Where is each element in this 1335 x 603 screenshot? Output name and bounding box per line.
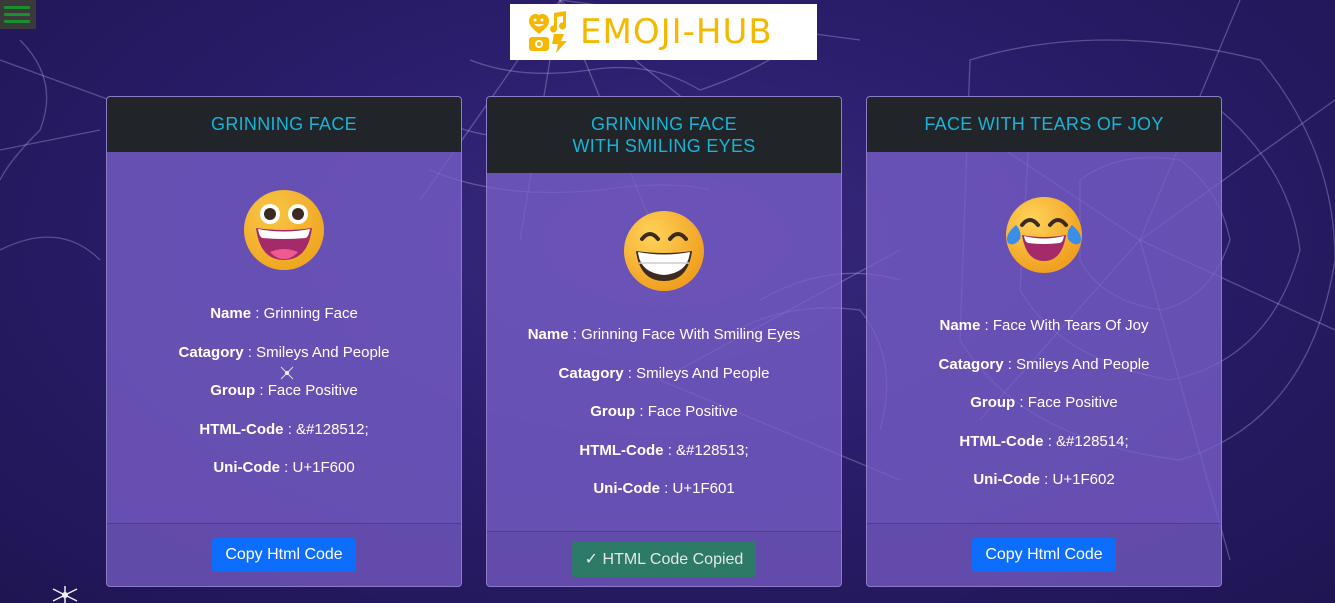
uni-code-value: U+1F600 [292,459,355,476]
card-title-line: GRINNING FACE [211,114,357,134]
group-value: Face Positive [267,382,358,399]
logo[interactable]: EMOJI-HUB [510,4,817,60]
name-value: Face With Tears Of Joy [992,317,1149,334]
face-with-tears-of-joy-emoji [1006,197,1082,273]
card-title: GRINNING FACE [107,97,461,152]
info-uni-code-row: Uni-Code : U+1F600 [107,456,461,495]
uni-code-label: Uni-Code [973,471,1041,488]
group-label: Group [590,403,636,420]
uni-code-value: U+1F601 [672,480,735,497]
name-label: Name [527,326,569,343]
html-code-label: HTML-Code [199,420,284,438]
grinning-face-with-smiling-eyes-emoji [624,211,704,291]
html-code-label: HTML-Code [959,432,1044,450]
info-name-row: Name : Grinning Face With Smiling Eyes [487,323,841,362]
separator: : [1003,355,1017,373]
spider-icon [52,586,78,603]
separator: : [280,459,293,476]
html-code-value: &#128512; [296,420,369,438]
card-title-line: GRINNING FACE [591,114,737,134]
category-value: Smileys And People [1016,355,1150,373]
info-group-row: Group : Face Positive [867,391,1221,430]
html-code-value: &#128514; [1056,432,1129,450]
menu-button[interactable] [0,0,36,29]
info-name-row: Name : Grinning Face [107,302,461,341]
category-label: Catagory [558,364,624,382]
name-value: Grinning Face [263,305,358,322]
spider-icon [280,366,294,380]
card-footer: Copy Html Code [867,523,1221,586]
card-title-line: WITH SMILING EYES [572,136,756,156]
separator: : [243,343,257,361]
info-uni-code-row: Uni-Code : U+1F601 [487,477,841,516]
separator: : [660,480,673,497]
info-group-row: Group : Face Positive [107,379,461,418]
separator: : [663,441,677,459]
info-uni-code-row: Uni-Code : U+1F602 [867,468,1221,507]
uni-code-label: Uni-Code [593,480,661,497]
card-title-line: FACE WITH TEARS OF JOY [924,114,1164,134]
copy-html-code-button[interactable]: Copy Html Code [212,538,356,572]
group-value: Face Positive [647,403,738,420]
info-html-code-row: HTML-Code : &#128513; [487,439,841,478]
card-title: GRINNING FACE WITH SMILING EYES [487,97,841,173]
uni-code-value: U+1F602 [1052,471,1115,488]
info-html-code-row: HTML-Code : &#128512; [107,418,461,457]
name-label: Name [939,317,981,334]
emoji-info: Name : Face With Tears Of Joy Catagory :… [867,314,1221,507]
category-label: Catagory [938,355,1004,373]
html-code-copied-button[interactable]: ✓ HTML Code Copied [571,541,757,577]
category-label: Catagory [178,343,244,361]
emoji-card: GRINNING FACE Name : Grinning Face Catag… [106,96,462,587]
card-title: FACE WITH TEARS OF JOY [867,97,1221,152]
category-value: Smileys And People [256,343,390,361]
emoji-card: GRINNING FACE WITH SMILING EYES Name : G… [486,96,842,587]
info-category-row: Catagory : Smileys And People [487,362,841,401]
separator: : [623,364,637,382]
html-code-label: HTML-Code [579,441,664,459]
separator: : [980,317,993,334]
name-value: Grinning Face With Smiling Eyes [581,326,801,343]
name-label: Name [210,305,252,322]
emoji-info: Name : Grinning Face With Smiling Eyes C… [487,323,841,516]
emoji-card: FACE WITH TEARS OF JOY Name : Face With … [866,96,1222,587]
card-footer: ✓ HTML Code Copied [487,531,841,586]
grinning-face-emoji [244,190,324,270]
html-code-value: &#128513; [676,441,749,459]
info-name-row: Name : Face With Tears Of Joy [867,314,1221,353]
hamburger-line [4,6,30,9]
separator: : [255,382,268,399]
separator: : [1043,432,1057,450]
uni-code-label: Uni-Code [213,459,281,476]
info-category-row: Catagory : Smileys And People [867,353,1221,392]
card-footer: Copy Html Code [107,523,461,586]
category-value: Smileys And People [636,364,770,382]
separator: : [283,420,297,438]
hamburger-line [4,13,30,16]
group-value: Face Positive [1027,394,1118,411]
separator: : [1015,394,1028,411]
info-group-row: Group : Face Positive [487,400,841,439]
separator: : [635,403,648,420]
separator: : [1040,471,1053,488]
copy-html-code-button[interactable]: Copy Html Code [972,538,1116,572]
group-label: Group [970,394,1016,411]
separator: : [568,326,582,343]
emoji-collage-icon [529,11,567,53]
logo-text: EMOJI-HUB [580,12,773,52]
info-html-code-row: HTML-Code : &#128514; [867,430,1221,469]
group-label: Group [210,382,256,399]
hamburger-line [4,20,30,23]
emoji-info: Name : Grinning Face Catagory : Smileys … [107,302,461,495]
separator: : [251,305,264,322]
